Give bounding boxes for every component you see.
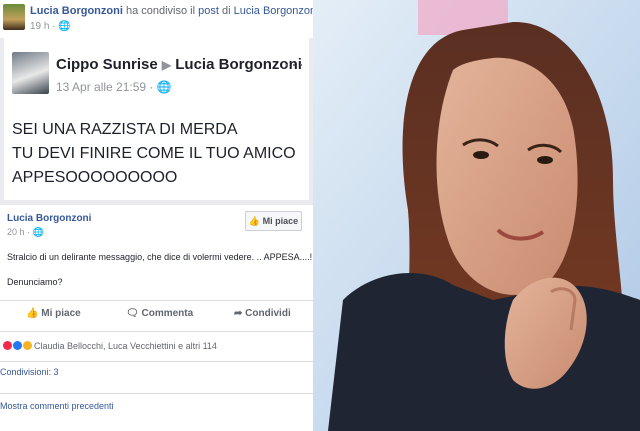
comment-button[interactable]: 🗨 Commenta <box>126 308 193 319</box>
like-button[interactable]: 👍 Mi piace <box>26 308 81 319</box>
sharer-name[interactable]: Lucia Borgonzoni <box>30 5 123 17</box>
woman-portrait-image <box>313 0 640 431</box>
post-header: Cippo Sunrise ▶ Lucia Borgonzoni <box>56 56 302 73</box>
share-icon: ➦ <box>234 308 243 319</box>
share-header: Lucia Borgonzoni ha condiviso il post di… <box>0 0 313 38</box>
avatar[interactable] <box>3 4 25 30</box>
reactions-text[interactable]: Claudia Bellocchi, Luca Vecchiettini e a… <box>34 341 217 351</box>
post-line: APPESOOOOOOOOO <box>12 169 178 186</box>
more-options-icon[interactable]: ··· <box>284 54 305 75</box>
reactions-summary[interactable]: Claudia Bellocchi, Luca Vecchiettini e a… <box>0 337 313 359</box>
post-timestamp[interactable]: 20 h · 🌐 <box>7 227 44 238</box>
like-page-button[interactable]: 👍 Mi piace <box>245 211 302 231</box>
wow-reaction-icon <box>23 341 32 350</box>
facebook-post-screenshot: Lucia Borgonzoni ha condiviso il post di… <box>0 0 313 431</box>
show-previous-comments-link[interactable]: Mostra commenti precedenti <box>0 401 313 411</box>
divider <box>0 393 313 394</box>
tv-studio-photo <box>313 0 640 431</box>
shares-count[interactable]: Condivisioni: 3 <box>0 367 313 377</box>
shared-post-card: Cippo Sunrise ▶ Lucia Borgonzoni 13 Apr … <box>4 38 309 200</box>
post-body-question: Denunciamo? <box>7 277 63 287</box>
arrow-icon: ▶ <box>161 58 172 72</box>
author-name[interactable]: Cippo Sunrise <box>56 56 158 73</box>
post-line: SEI UNA RAZZISTA DI MERDA <box>12 121 238 138</box>
post-timestamp[interactable]: 13 Apr alle 21:59 · 🌐 <box>56 80 172 94</box>
thumbs-up-icon: 👍 <box>26 308 39 319</box>
share-timestamp[interactable]: 19 h · 🌐 <box>30 21 71 32</box>
post-link[interactable]: post <box>198 5 219 17</box>
share-label: Condividi <box>245 308 291 319</box>
page-post: Lucia Borgonzoni 20 h · 🌐 👍 Mi piace Str… <box>0 205 313 431</box>
post-text: SEI UNA RAZZISTA DI MERDA TU DEVI FINIRE… <box>12 118 296 190</box>
action-bar: 👍 Mi piace 🗨 Commenta ➦ Condividi <box>0 300 313 332</box>
like-label: Mi piace <box>41 308 81 319</box>
origin-name[interactable]: Lucia Borgonzoni. <box>234 5 313 17</box>
page-name[interactable]: Lucia Borgonzoni <box>7 213 91 224</box>
post-body: Stralcio di un delirante messaggio, che … <box>7 252 313 262</box>
share-button[interactable]: ➦ Condividi <box>234 308 291 319</box>
like-reaction-icon <box>13 341 22 350</box>
share-of-text: di <box>218 5 234 17</box>
love-reaction-icon <box>3 341 12 350</box>
target-name[interactable]: Lucia Borgonzoni <box>175 56 302 73</box>
comment-label: Commenta <box>141 308 194 319</box>
divider <box>0 361 313 362</box>
avatar[interactable] <box>12 52 49 94</box>
post-line: TU DEVI FINIRE COME IL TUO AMICO <box>12 145 296 162</box>
share-line: Lucia Borgonzoni ha condiviso il post di… <box>30 5 313 17</box>
comment-icon: 🗨 <box>126 308 139 319</box>
share-mid-text: ha condiviso il <box>122 5 199 17</box>
